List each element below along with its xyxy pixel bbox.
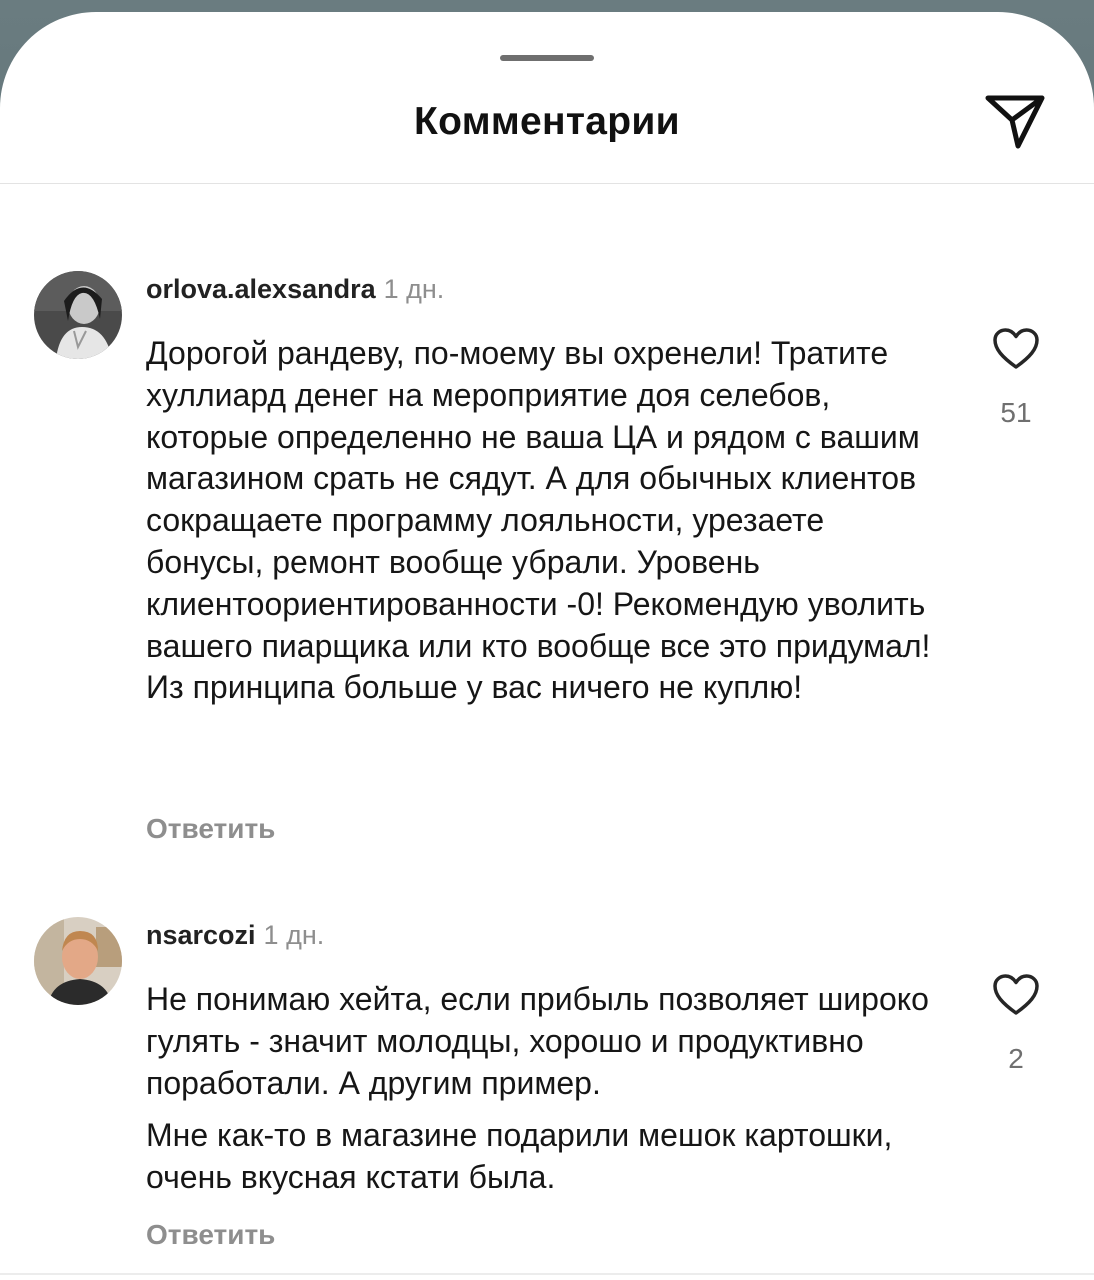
username[interactable]: nsarcozi — [146, 920, 256, 950]
avatar[interactable] — [34, 271, 122, 359]
like-count: 51 — [1000, 397, 1032, 428]
header-divider — [0, 183, 1094, 184]
bottom-divider — [0, 1273, 1094, 1275]
like-button[interactable] — [992, 327, 1040, 371]
share-button[interactable] — [980, 92, 1050, 156]
timestamp: 1 дн. — [383, 274, 445, 304]
comment-paragraph: Мне как-то в магазине подарили мешок кар… — [146, 1117, 893, 1196]
paper-plane-icon — [985, 95, 1045, 149]
sheet-title: Комментарии — [414, 100, 680, 143]
username[interactable]: orlova.alexsandra — [146, 274, 376, 304]
comment-paragraph: Дорогой рандеву, по-моему вы охренели! Т… — [146, 335, 931, 706]
comment-text: Не понимаю хейта, если прибыль позволяет… — [146, 979, 946, 1199]
timestamp: 1 дн. — [263, 920, 325, 950]
like-button[interactable] — [992, 973, 1040, 1017]
comment-paragraph: Не понимаю хейта, если прибыль позволяет… — [146, 981, 929, 1101]
reply-button[interactable]: Ответить — [146, 813, 275, 845]
reply-button[interactable]: Ответить — [146, 1219, 275, 1251]
comment-meta: nsarcozi 1 дн. — [146, 917, 324, 953]
heart-outline-icon — [993, 328, 1039, 369]
sheet-grabber[interactable] — [500, 55, 594, 61]
heart-outline-icon — [993, 974, 1039, 1015]
like-count: 2 — [1008, 1043, 1024, 1074]
comment-meta: orlova.alexsandra 1 дн. — [146, 271, 444, 307]
avatar[interactable] — [34, 917, 122, 1005]
comments-sheet: Комментарии orlova.alexsandra 1 дн. Дорог… — [0, 12, 1094, 1280]
comment-text: Дорогой рандеву, по-моему вы охренели! Т… — [146, 333, 946, 709]
